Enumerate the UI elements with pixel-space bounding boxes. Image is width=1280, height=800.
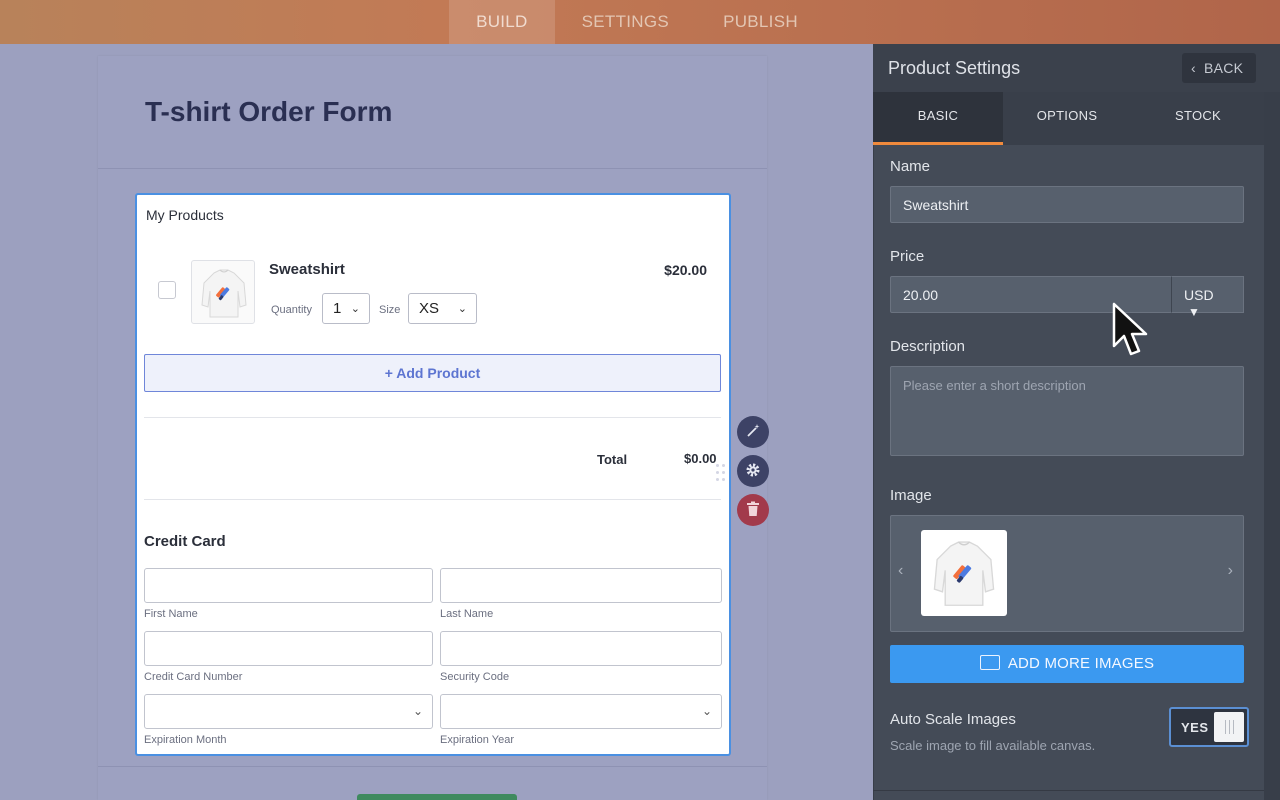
expiration-month-select[interactable]: ⌄ <box>144 694 433 729</box>
mouse-pointer-icon <box>1112 302 1148 356</box>
chevron-down-icon: ⌄ <box>701 704 712 718</box>
form-title[interactable]: T-shirt Order Form <box>145 96 392 128</box>
widget-title: My Products <box>146 207 224 223</box>
toggle-knob[interactable] <box>1214 712 1244 742</box>
image-carousel: ‹ › <box>890 515 1244 632</box>
size-value: XS <box>419 300 440 317</box>
card-number-input[interactable] <box>144 631 433 666</box>
drag-handle-icon[interactable] <box>716 464 726 484</box>
delete-button[interactable] <box>737 494 769 526</box>
caret-down-icon: ▼ <box>1188 305 1200 319</box>
first-name-label: First Name <box>144 608 198 620</box>
auto-scale-toggle[interactable]: YES <box>1169 707 1249 747</box>
chevron-down-icon: ⌄ <box>350 303 360 315</box>
total-value: $0.00 <box>684 451 717 466</box>
panel-title: Product Settings <box>888 58 1021 78</box>
divider <box>98 168 767 169</box>
chevron-down-icon: ⌄ <box>412 704 423 718</box>
tab-publish[interactable]: PUBLISH <box>696 0 825 44</box>
auto-scale-hint: Scale image to fill available canvas. <box>890 738 1096 753</box>
first-name-input[interactable] <box>144 568 433 603</box>
product-price: $20.00 <box>664 262 707 278</box>
last-name-input[interactable] <box>440 568 722 603</box>
back-button[interactable]: ‹ BACK <box>1182 53 1256 83</box>
submit-button[interactable] <box>357 794 517 800</box>
tab-options[interactable]: OPTIONS <box>1002 92 1132 145</box>
currency-value: USD <box>1184 287 1214 303</box>
security-code-input[interactable] <box>440 631 722 666</box>
divider <box>144 417 721 418</box>
tab-settings[interactable]: SETTINGS <box>555 0 696 44</box>
quantity-value: 1 <box>333 300 342 317</box>
panel-header: Product Settings ‹ BACK <box>873 44 1280 92</box>
back-label: BACK <box>1204 60 1244 76</box>
expiration-month-label: Expiration Month <box>144 734 227 746</box>
product-thumbnail <box>191 260 255 324</box>
expiration-year-label: Expiration Year <box>440 734 514 746</box>
toggle-state: YES <box>1181 720 1209 735</box>
divider <box>144 499 721 500</box>
chevron-left-icon: ‹ <box>1191 60 1196 76</box>
magic-wand-icon <box>747 424 760 437</box>
tab-build[interactable]: BUILD <box>449 0 555 44</box>
auto-scale-label: Auto Scale Images <box>890 711 1016 728</box>
image-icon <box>979 655 1000 670</box>
quantity-select[interactable]: 1 ⌄ <box>322 293 370 324</box>
add-product-button[interactable]: + Add Product <box>144 354 721 392</box>
image-label: Image <box>890 487 932 504</box>
product-checkbox[interactable] <box>158 281 176 299</box>
description-label: Description <box>890 338 966 355</box>
name-input[interactable]: Sweatshirt <box>890 186 1244 223</box>
credit-card-title: Credit Card <box>144 533 226 550</box>
chevron-down-icon: ⌄ <box>457 303 467 315</box>
divider <box>873 790 1264 791</box>
add-more-images-label: ADD MORE IMAGES <box>1007 655 1155 672</box>
sweatshirt-icon <box>933 541 995 606</box>
size-label: Size <box>379 304 401 316</box>
last-name-label: Last Name <box>440 608 494 620</box>
sweatshirt-icon <box>201 269 247 318</box>
currency-select[interactable]: USD ▼ <box>1171 276 1244 319</box>
name-label: Name <box>890 158 931 175</box>
add-more-images-button[interactable]: ADD MORE IMAGES <box>890 645 1244 683</box>
expiration-year-select[interactable]: ⌄ <box>440 694 722 729</box>
product-settings-panel: Product Settings ‹ BACK BASIC OPTIONS ST… <box>873 44 1280 800</box>
chevron-left-icon[interactable]: ‹ <box>898 562 903 580</box>
description-textarea[interactable]: Please enter a short description <box>890 366 1244 456</box>
divider <box>98 766 767 767</box>
product-name: Sweatshirt <box>269 261 345 278</box>
product-image[interactable] <box>921 530 1007 616</box>
card-number-label: Credit Card Number <box>144 671 243 683</box>
top-navigation-bar: BUILD SETTINGS PUBLISH <box>0 0 1280 44</box>
tab-stock[interactable]: STOCK <box>1133 92 1263 145</box>
trash-icon <box>747 501 759 516</box>
size-select[interactable]: XS ⌄ <box>408 293 477 324</box>
gear-icon <box>746 463 760 477</box>
quantity-label: Quantity <box>271 304 312 316</box>
total-label: Total <box>597 452 628 467</box>
settings-button[interactable] <box>737 455 769 487</box>
magic-wand-button[interactable] <box>737 416 769 448</box>
security-code-label: Security Code <box>440 671 510 683</box>
price-label: Price <box>890 248 925 265</box>
builder-tabs: BUILD SETTINGS PUBLISH <box>449 0 825 44</box>
chevron-right-icon[interactable]: › <box>1228 562 1233 580</box>
panel-tabs: BASIC OPTIONS STOCK <box>873 92 1264 145</box>
product-list-widget[interactable]: My Products Sweatshirt $20.00 Quantity 1… <box>135 193 731 756</box>
tab-basic[interactable]: BASIC <box>873 92 1003 145</box>
